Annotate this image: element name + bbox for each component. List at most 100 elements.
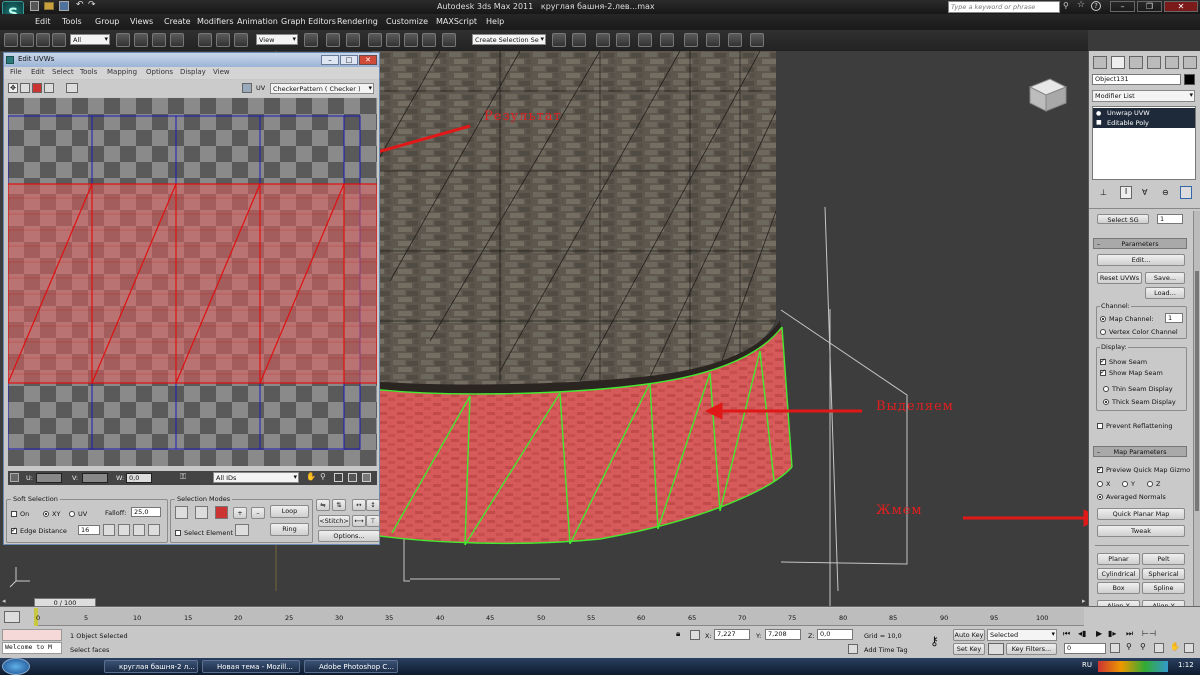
edit-named-sel-icon[interactable] — [442, 33, 456, 47]
mini-curve-editor-icon[interactable] — [4, 611, 20, 623]
modifier-stack[interactable]: ● Unwrap UVW ■ Editable Poly — [1092, 106, 1196, 180]
uvw-menu-display[interactable]: Display — [180, 68, 206, 76]
select-sg-field[interactable]: 1 — [1157, 214, 1183, 224]
menu-edit[interactable]: Edit — [35, 17, 51, 26]
weld-h-icon[interactable]: ⟷ — [352, 515, 366, 527]
tray-icons[interactable] — [1098, 661, 1168, 672]
next-frame-icon[interactable]: ▸ — [1082, 597, 1086, 605]
face-mode-icon[interactable] — [215, 506, 228, 519]
scale-uv-icon[interactable] — [32, 83, 42, 93]
load-uvw-button[interactable]: Load... — [1145, 287, 1185, 299]
make-unique-icon[interactable]: ∀ — [1142, 188, 1147, 197]
edge-mode-icon[interactable] — [195, 506, 208, 519]
language-indicator[interactable]: RU — [1082, 661, 1092, 669]
ref-coord-select[interactable]: View — [256, 34, 298, 45]
menu-tools[interactable]: Tools — [62, 17, 82, 26]
absolute-mode-icon[interactable] — [10, 473, 19, 482]
tweak-button[interactable]: Tweak — [1097, 525, 1185, 537]
axis-z-radio[interactable]: Z — [1147, 480, 1160, 488]
ring-button[interactable]: Ring — [270, 523, 309, 536]
uvw-menu-view[interactable]: View — [213, 68, 230, 76]
help-icon[interactable]: ? — [1091, 1, 1101, 11]
options-button[interactable]: Options... — [318, 530, 380, 542]
angle-snap-icon[interactable] — [386, 33, 400, 47]
open-icon[interactable] — [44, 2, 54, 10]
edit-uvws-window[interactable]: Edit UVWs – □ ✕ File Edit Select Tools M… — [3, 52, 380, 545]
save-icon[interactable] — [59, 1, 69, 11]
select-by-name-icon[interactable] — [134, 33, 148, 47]
pan-view-icon[interactable]: ✋ — [1170, 642, 1180, 651]
pan-icon[interactable]: ✋ — [306, 472, 316, 481]
uvw-menu-file[interactable]: File — [10, 68, 22, 76]
zoom-icon[interactable]: ⚲ — [320, 472, 326, 481]
uvw-title-bar[interactable]: Edit UVWs – □ ✕ — [4, 53, 379, 67]
time-tag-icon[interactable] — [848, 644, 858, 654]
w-field[interactable]: 0,0 — [126, 473, 152, 483]
pelt-button[interactable]: Pelt — [1142, 553, 1185, 565]
prev-key-icon[interactable]: ◂▮ — [1078, 629, 1086, 638]
align-v-icon[interactable]: ↕ — [366, 499, 380, 511]
track-bar[interactable]: 0 5 10 15 20 25 30 35 40 45 50 55 60 65 … — [34, 608, 1084, 626]
xy-radio[interactable]: XY — [43, 510, 60, 518]
show-map-seam-checkbox[interactable]: Show Map Seam — [1100, 368, 1163, 377]
grow-selection-button[interactable]: + — [233, 507, 247, 519]
goto-end-icon[interactable]: ⏭︎ — [1126, 629, 1133, 639]
set-key-button[interactable]: Set Key — [953, 643, 985, 655]
map-parameters-rollout[interactable]: – Map Parameters — [1093, 446, 1187, 457]
thin-seam-radio[interactable]: Thin Seam Display — [1103, 385, 1173, 393]
time-config-icon[interactable] — [1110, 643, 1120, 653]
uv-radio[interactable]: UV — [69, 510, 87, 518]
stack-item-unwrap[interactable]: ● Unwrap UVW — [1093, 108, 1195, 118]
uvw-menu-mapping[interactable]: Mapping — [107, 68, 137, 76]
new-icon[interactable] — [30, 1, 39, 11]
prevent-reflattening-checkbox[interactable]: Prevent Reflattening — [1097, 422, 1172, 430]
texture-select[interactable]: CheckerPattern ( Checker ) — [270, 83, 374, 94]
uvw-close-button[interactable]: ✕ — [359, 55, 377, 65]
mirror-uv-icon[interactable] — [66, 83, 78, 93]
flip-h-icon[interactable]: ⇋ — [316, 499, 330, 511]
zoom-all-icon[interactable]: ⚲ — [1140, 642, 1146, 651]
menu-rendering[interactable]: Rendering — [337, 17, 378, 26]
edit-button[interactable]: Edit... — [1097, 254, 1185, 266]
uv-canvas[interactable] — [8, 98, 377, 466]
material-editor-icon[interactable] — [684, 33, 698, 47]
map-channel-radio[interactable]: Map Channel: — [1100, 315, 1154, 323]
edge-distance-field[interactable]: 16 — [78, 525, 100, 535]
planar-button[interactable]: Planar — [1097, 553, 1140, 565]
menu-group[interactable]: Group — [95, 17, 119, 26]
undo-tool-icon[interactable] — [4, 33, 18, 47]
v-field[interactable] — [82, 473, 108, 483]
rect-selection-icon[interactable] — [152, 33, 166, 47]
taskbar-item-3dsmax[interactable]: круглая башня-2 л... — [104, 660, 198, 673]
rendered-frame-icon[interactable] — [728, 33, 742, 47]
rotate-icon[interactable] — [216, 33, 230, 47]
menu-customize[interactable]: Customize — [386, 17, 428, 26]
minimize-button[interactable]: – — [1110, 1, 1135, 12]
pin-stack-icon[interactable]: ⊥ — [1100, 188, 1107, 197]
lock-icon[interactable]: ⚿ — [180, 472, 186, 482]
u-field[interactable] — [36, 473, 62, 483]
falloff-field[interactable]: 25,0 — [131, 507, 161, 517]
select-manipulate-icon[interactable] — [326, 33, 340, 47]
align-icon[interactable] — [572, 33, 586, 47]
configure-sets-icon[interactable] — [1180, 186, 1192, 199]
zoom-extents-all-icon[interactable] — [1154, 643, 1164, 653]
vertex-mode-icon[interactable] — [175, 506, 188, 519]
search-input[interactable]: Type a keyword or phrase — [948, 1, 1060, 13]
averaged-normals-radio[interactable]: Averaged Normals — [1097, 493, 1166, 501]
falloff-fast-icon[interactable] — [148, 524, 160, 536]
key-mode-icon[interactable]: ⊢⊣ — [1142, 629, 1156, 638]
select-sg-button[interactable]: Select SG — [1097, 214, 1149, 224]
box-button[interactable]: Box — [1097, 582, 1140, 594]
select-element-checkbox[interactable]: Select Element — [175, 529, 233, 537]
maximize-viewport-icon[interactable] — [1184, 643, 1194, 653]
modifier-list-select[interactable]: Modifier List — [1092, 90, 1195, 102]
axis-y-radio[interactable]: Y — [1122, 480, 1135, 488]
selection-filter-select[interactable]: All — [70, 34, 110, 45]
shrink-selection-button[interactable]: – — [251, 507, 265, 519]
close-button[interactable]: ✕ — [1164, 1, 1198, 12]
link-icon[interactable] — [36, 33, 50, 47]
uvw-menu-select[interactable]: Select — [52, 68, 74, 76]
undo-icon[interactable]: ↶ — [76, 0, 84, 10]
spherical-button[interactable]: Spherical — [1142, 568, 1185, 580]
